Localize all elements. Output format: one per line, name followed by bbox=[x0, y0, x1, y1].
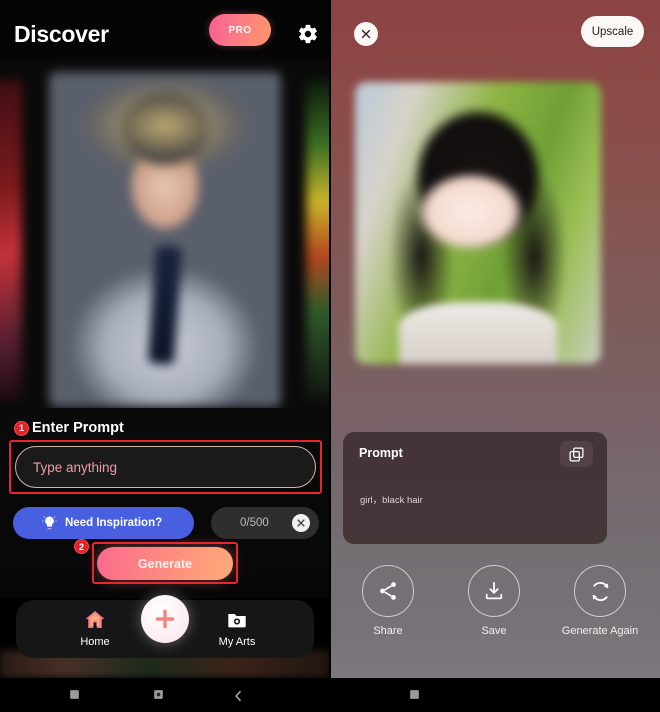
annotation-badge-2: 2 bbox=[74, 539, 89, 554]
prompt-card-text: girl，black hair bbox=[360, 495, 423, 506]
need-inspiration-label: Need Inspiration? bbox=[65, 517, 163, 529]
prompt-section: 1 Enter Prompt Type anything Need Inspir… bbox=[0, 408, 330, 598]
character-counter-pill: 0/500 bbox=[211, 507, 319, 539]
page-title: Discover bbox=[14, 21, 109, 47]
home-button[interactable] bbox=[152, 688, 165, 701]
copy-prompt-button[interactable] bbox=[560, 441, 593, 467]
share-icon bbox=[380, 582, 396, 600]
action-buttons-row: Share Save Generate Again bbox=[330, 565, 660, 655]
close-button[interactable] bbox=[354, 22, 378, 46]
share-label: Share bbox=[373, 625, 403, 637]
enter-prompt-label-row: 1 Enter Prompt bbox=[14, 420, 124, 436]
recents-button[interactable] bbox=[68, 688, 81, 701]
nav-item-home[interactable]: Home bbox=[60, 608, 130, 648]
carousel-card-right[interactable] bbox=[306, 80, 330, 400]
image-detail bbox=[399, 301, 557, 364]
home-circle-icon bbox=[154, 690, 163, 699]
nav-item-my-arts[interactable]: My Arts bbox=[202, 608, 272, 648]
annotation-box-prompt bbox=[9, 440, 322, 494]
home-icon bbox=[60, 608, 130, 632]
photo-folder-icon bbox=[202, 608, 272, 632]
panel-divider bbox=[329, 0, 331, 678]
copy-icon bbox=[569, 446, 584, 462]
prompt-card: Prompt girl，black hair bbox=[343, 432, 607, 544]
annotation-badge-1: 1 bbox=[14, 420, 29, 436]
gear-icon bbox=[298, 24, 317, 44]
close-icon bbox=[361, 29, 371, 39]
annotation-box-generate bbox=[92, 542, 238, 584]
save-button-circle bbox=[468, 565, 520, 617]
recents-square-icon bbox=[70, 690, 79, 699]
generate-again-button-circle bbox=[574, 565, 626, 617]
settings-button[interactable] bbox=[296, 22, 320, 46]
pro-button[interactable]: PRO bbox=[209, 14, 271, 46]
download-icon bbox=[485, 581, 503, 600]
enter-prompt-label: Enter Prompt bbox=[32, 420, 124, 436]
share-button-circle bbox=[362, 565, 414, 617]
need-inspiration-button[interactable]: Need Inspiration? bbox=[13, 507, 194, 539]
refresh-icon bbox=[592, 581, 608, 601]
save-button[interactable]: Save bbox=[444, 565, 544, 638]
prompt-card-title: Prompt bbox=[359, 446, 403, 460]
generate-again-label: Generate Again bbox=[561, 625, 639, 637]
upscale-button[interactable]: Upscale bbox=[581, 16, 644, 47]
image-carousel[interactable] bbox=[0, 60, 330, 415]
app-header: Discover PRO bbox=[0, 0, 330, 60]
back-button[interactable] bbox=[232, 688, 245, 704]
upscale-label: Upscale bbox=[591, 25, 634, 38]
create-button[interactable] bbox=[141, 595, 189, 643]
result-panel: Upscale Copy&Edit Prompt girl，black hair bbox=[330, 0, 660, 678]
discover-panel: Discover PRO 1 Enter Prompt Type anythin… bbox=[0, 0, 330, 678]
share-button[interactable]: Share bbox=[338, 565, 438, 638]
close-icon bbox=[297, 519, 305, 527]
recents-button-right[interactable] bbox=[408, 688, 421, 701]
carousel-card-left[interactable] bbox=[0, 80, 22, 400]
nav-label-home: Home bbox=[80, 636, 110, 648]
character-counter: 0/500 bbox=[240, 517, 269, 529]
carousel-card-center[interactable] bbox=[49, 72, 281, 407]
clear-prompt-button[interactable] bbox=[292, 514, 310, 532]
app-screenshot: Discover PRO 1 Enter Prompt Type anythin… bbox=[0, 0, 660, 712]
save-label: Save bbox=[481, 625, 507, 637]
system-navigation-bar: 网易号 | 木兰看影视 bbox=[0, 678, 660, 712]
recents-square-icon bbox=[410, 690, 419, 699]
lightbulb-icon bbox=[41, 515, 57, 531]
nav-label-my-arts: My Arts bbox=[218, 636, 256, 648]
back-arrow-icon bbox=[235, 690, 241, 702]
generated-image[interactable] bbox=[355, 82, 601, 364]
plus-icon bbox=[155, 609, 175, 629]
generate-again-button[interactable]: Generate Again bbox=[550, 565, 650, 638]
pro-label: PRO bbox=[228, 24, 252, 36]
